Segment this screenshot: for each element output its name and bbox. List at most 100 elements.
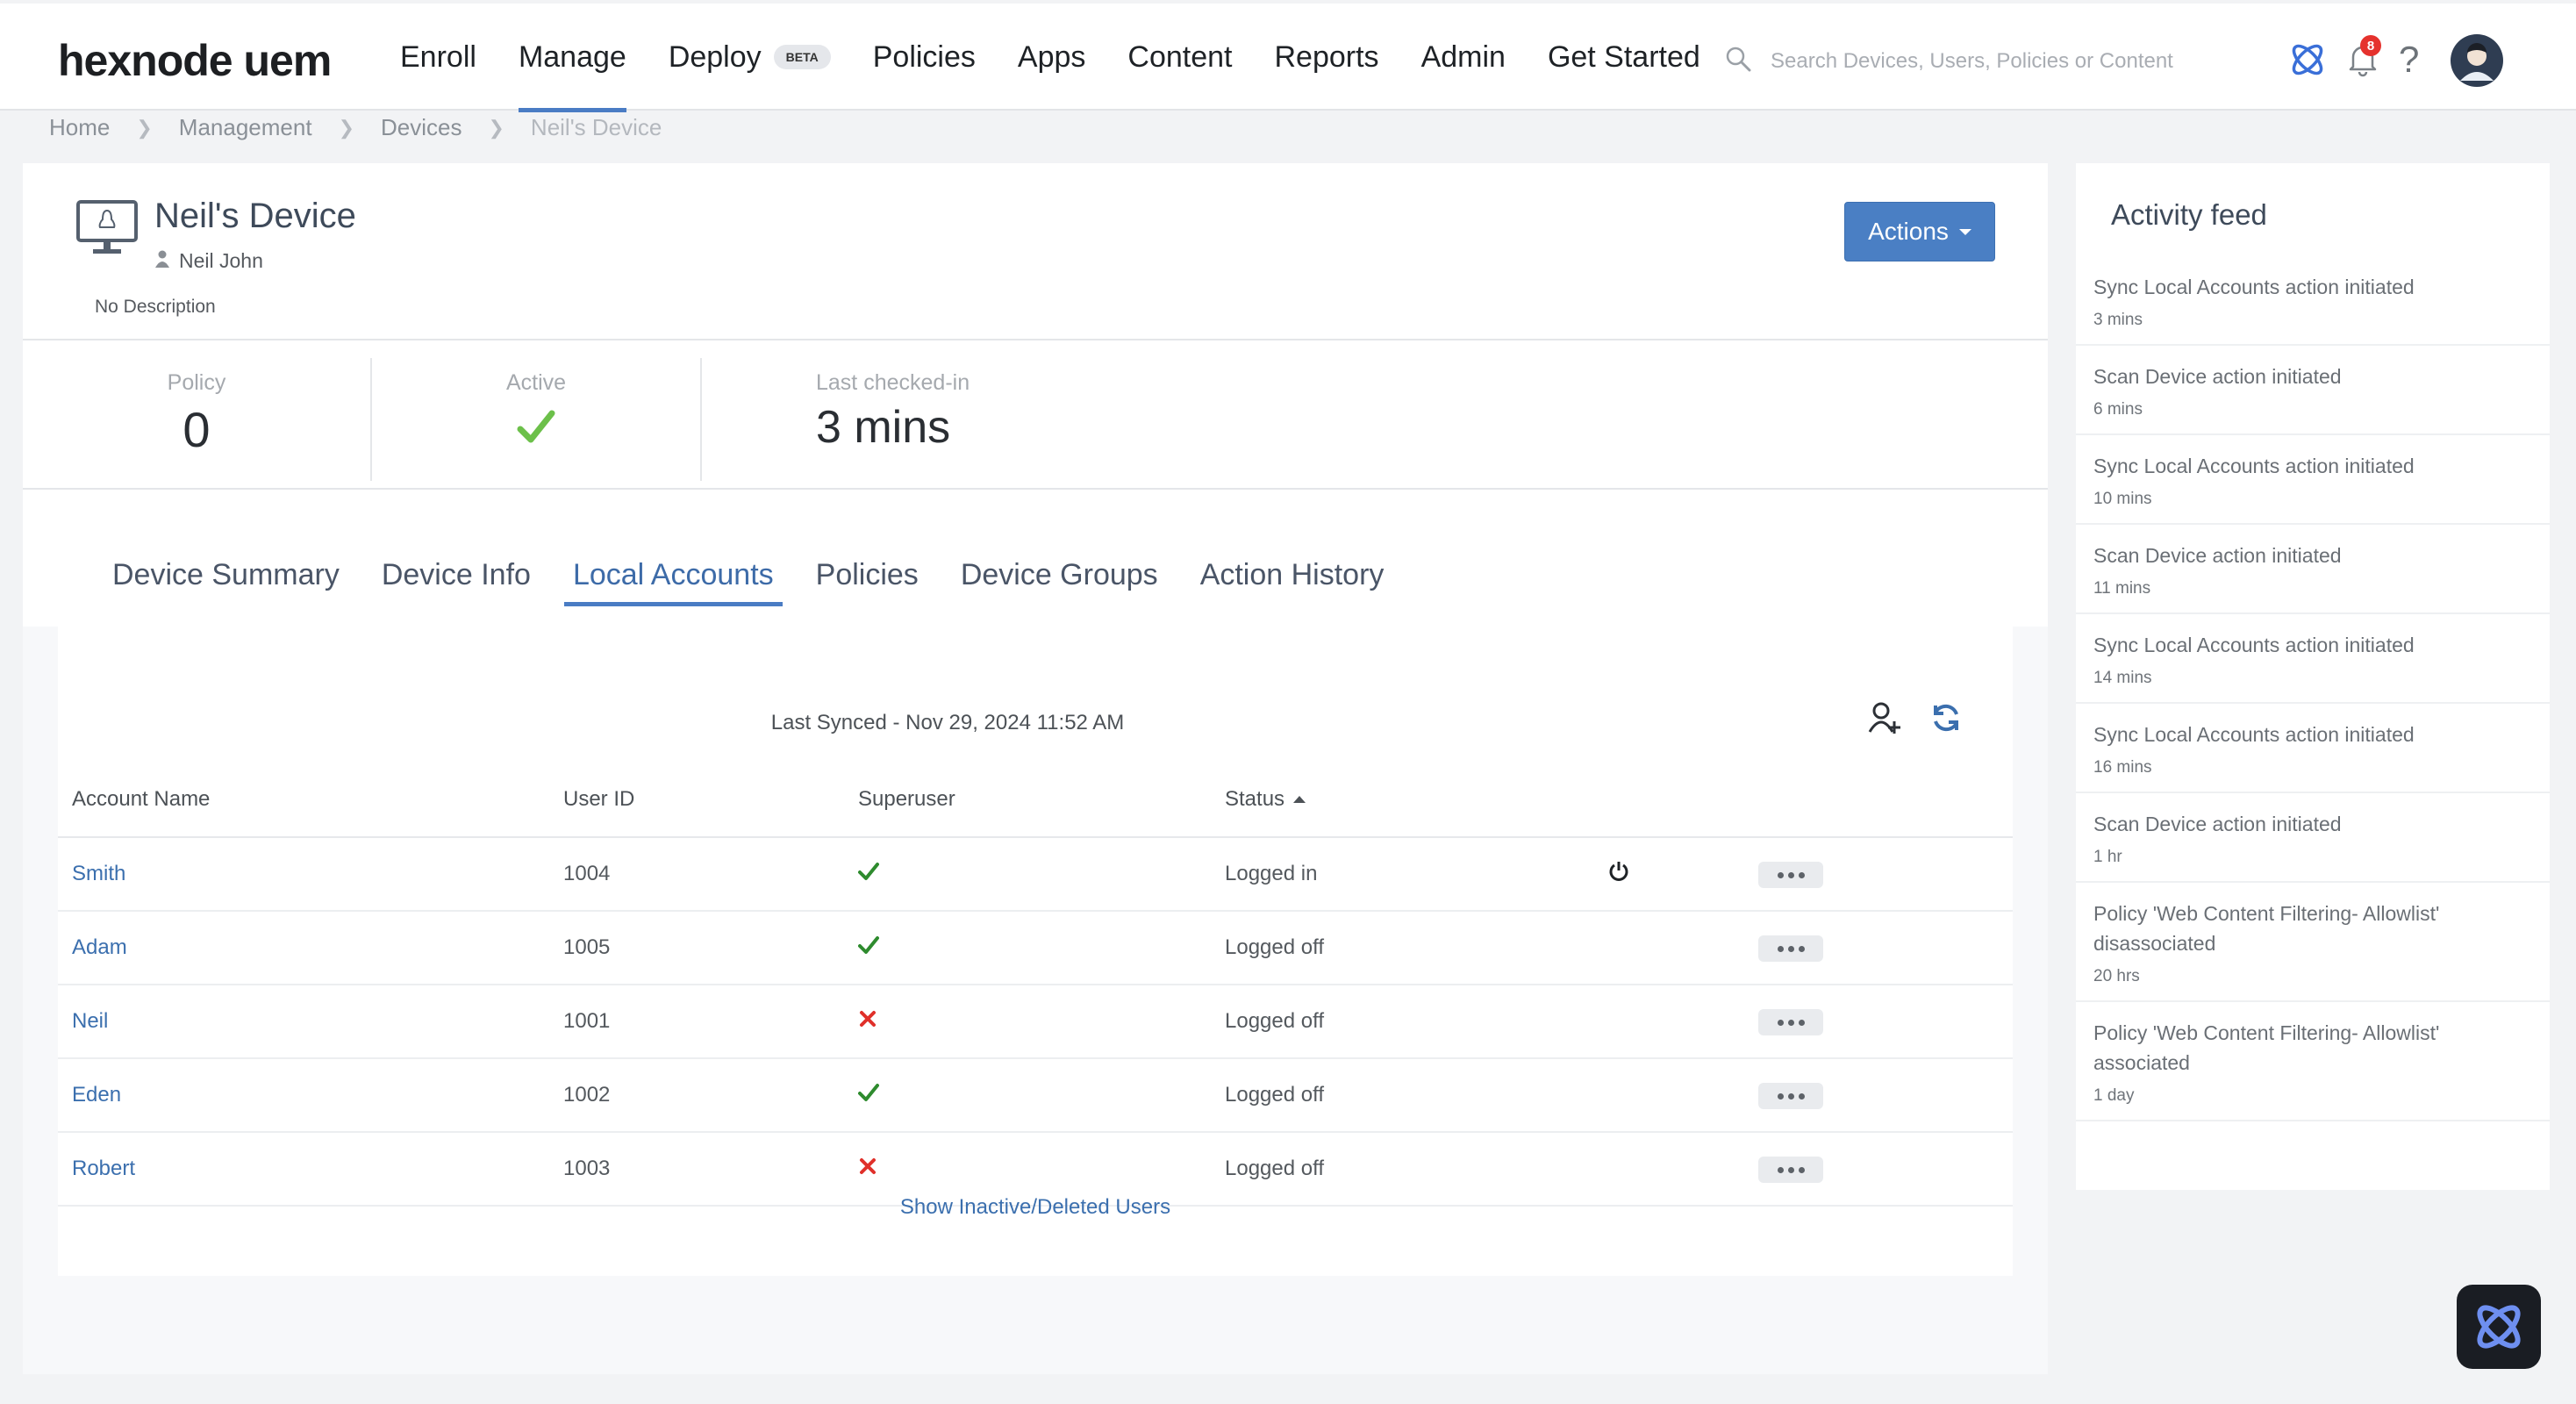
feed-item-time: 1 day <box>2093 1086 2135 1105</box>
nav-apps-label: Apps <box>1017 39 1086 74</box>
col-status-label: Status <box>1225 786 1285 811</box>
nav-get-started[interactable]: Get Started <box>1527 4 1721 111</box>
user-id-cell: 1004 <box>549 837 844 912</box>
breadcrumb-devices[interactable]: Devices <box>381 114 462 141</box>
user-id-cell: 1001 <box>549 985 844 1059</box>
show-inactive-users-link[interactable]: Show Inactive/Deleted Users <box>58 1195 2013 1220</box>
col-status[interactable]: Status <box>1211 762 1579 838</box>
col-superuser[interactable]: Superuser <box>844 762 1211 838</box>
local-accounts-panel: Last Synced - Nov 29, 2024 11:52 AM Acco… <box>58 627 2013 1276</box>
feed-item: Sync Local Accounts action initiated 10 m… <box>2076 435 2550 525</box>
nav-admin-label: Admin <box>1420 39 1506 74</box>
nav-policies[interactable]: Policies <box>852 4 997 111</box>
nav-reports[interactable]: Reports <box>1254 4 1400 111</box>
feed-item: Sync Local Accounts action initiated 3 mi… <box>2076 256 2550 346</box>
search-input[interactable] <box>1771 48 2209 74</box>
nav-get-started-label: Get Started <box>1547 39 1700 74</box>
breadcrumb-home[interactable]: Home <box>49 114 110 141</box>
feed-item: Scan Device action initiated 6 mins <box>2076 346 2550 435</box>
notification-count-badge: 8 <box>2360 35 2381 56</box>
feed-item: Policy 'Web Content Filtering- Allowlist… <box>2076 883 2550 1002</box>
user-avatar[interactable] <box>2450 33 2504 92</box>
breadcrumb-management[interactable]: Management <box>179 114 312 141</box>
status-cell: Logged off <box>1211 911 1579 985</box>
feed-item-text: Scan Device action initiated <box>2093 544 2342 567</box>
logout-power-icon[interactable] <box>1579 837 1744 912</box>
more-options-button[interactable] <box>1758 1009 1823 1036</box>
more-options-button[interactable] <box>1758 935 1823 963</box>
feed-item-text: Sync Local Accounts action initiated <box>2093 723 2415 746</box>
checkin-label: Last checked-in <box>816 370 970 395</box>
col-more <box>1744 762 2013 838</box>
status-cell: Logged off <box>1211 985 1579 1059</box>
nav-deploy[interactable]: Deploy BETA <box>648 4 852 111</box>
feed-item-time: 3 mins <box>2093 311 2143 329</box>
table-row: Eden 1002 Logged off <box>58 1058 2013 1133</box>
feed-item-time: 1 hr <box>2093 848 2122 866</box>
nav-admin[interactable]: Admin <box>1400 4 1527 111</box>
stat-last-checkin: Last checked-in 3 mins <box>702 355 1062 476</box>
feed-item-text: Scan Device action initiated <box>2093 365 2342 388</box>
account-name-link[interactable]: Smith <box>58 837 549 912</box>
nav-apps[interactable]: Apps <box>997 4 1107 111</box>
nav-content[interactable]: Content <box>1106 4 1253 111</box>
table-row: Smith 1004 Logged in <box>58 837 2013 912</box>
nav-deploy-label: Deploy <box>668 39 762 74</box>
assistant-chat-button[interactable] <box>2457 1285 2541 1369</box>
active-label: Active <box>505 370 567 395</box>
tab-local-accounts[interactable]: Local Accounts <box>552 558 795 606</box>
add-user-icon[interactable] <box>1867 700 1902 740</box>
account-name-link[interactable]: Eden <box>58 1058 549 1133</box>
nav-reports-label: Reports <box>1274 39 1379 74</box>
device-description: No Description <box>95 297 216 317</box>
status-cell: Logged off <box>1211 1058 1579 1133</box>
account-name-link[interactable]: Adam <box>58 911 549 985</box>
more-options-button[interactable] <box>1758 862 1823 889</box>
notifications-bell-icon[interactable]: 8 <box>2344 35 2381 82</box>
feed-item-time: 10 mins <box>2093 490 2152 508</box>
feed-item: Sync Local Accounts action initiated 14 m… <box>2076 614 2550 704</box>
sort-ascending-icon <box>1293 796 1306 804</box>
tab-content: Last Synced - Nov 29, 2024 11:52 AM Acco… <box>23 627 2048 1374</box>
table-row: Neil 1001 Logged off <box>58 985 2013 1059</box>
nav-manage-label: Manage <box>518 39 626 74</box>
sync-refresh-icon[interactable] <box>1930 702 1962 738</box>
nav-enroll[interactable]: Enroll <box>379 4 497 111</box>
hexnode-logo[interactable]: hexnode uem <box>58 35 332 86</box>
col-account-name[interactable]: Account Name <box>58 762 549 838</box>
user-id-cell: 1005 <box>549 911 844 985</box>
feed-item-text: Policy 'Web Content Filtering- Allowlist… <box>2093 1021 2440 1074</box>
superuser-check-icon <box>844 911 1211 985</box>
hexnode-connect-icon[interactable] <box>2288 40 2327 83</box>
policy-value: 0 <box>182 402 211 457</box>
checkin-value: 3 mins <box>816 402 951 453</box>
tab-device-groups[interactable]: Device Groups <box>940 558 1179 606</box>
tab-action-history[interactable]: Action History <box>1179 558 1406 606</box>
table-header-row: Account Name User ID Superuser Status <box>58 762 2013 838</box>
user-id-cell: 1002 <box>549 1058 844 1133</box>
top-navbar: hexnode uem Enroll Manage Deploy BETA Pol… <box>0 4 2576 112</box>
beta-badge: BETA <box>773 45 831 69</box>
help-icon[interactable]: ? <box>2399 39 2419 81</box>
nav-enroll-label: Enroll <box>400 39 476 74</box>
superuser-check-icon <box>844 837 1211 912</box>
col-user-id[interactable]: User ID <box>549 762 844 838</box>
actions-dropdown-button[interactable]: Actions <box>1844 202 1995 261</box>
device-name: Neil's Device <box>154 197 356 235</box>
nav-manage[interactable]: Manage <box>497 4 648 112</box>
more-options-button[interactable] <box>1758 1083 1823 1110</box>
activity-feed-title: Activity feed <box>2111 198 2267 231</box>
feed-item-time: 6 mins <box>2093 400 2143 419</box>
device-owner[interactable]: Neil John <box>154 249 263 273</box>
feed-item: Scan Device action initiated 11 mins <box>2076 525 2550 614</box>
feed-item-text: Sync Local Accounts action initiated <box>2093 634 2415 656</box>
more-options-button[interactable] <box>1758 1157 1823 1184</box>
tab-device-summary[interactable]: Device Summary <box>91 558 361 606</box>
global-search <box>1725 46 2209 76</box>
main-nav: Enroll Manage Deploy BETA Policies Apps C… <box>379 4 1721 112</box>
active-check-icon <box>372 406 700 453</box>
actions-label: Actions <box>1868 218 1949 245</box>
account-name-link[interactable]: Neil <box>58 985 549 1059</box>
tab-device-info[interactable]: Device Info <box>361 558 552 606</box>
tab-policies[interactable]: Policies <box>795 558 940 606</box>
